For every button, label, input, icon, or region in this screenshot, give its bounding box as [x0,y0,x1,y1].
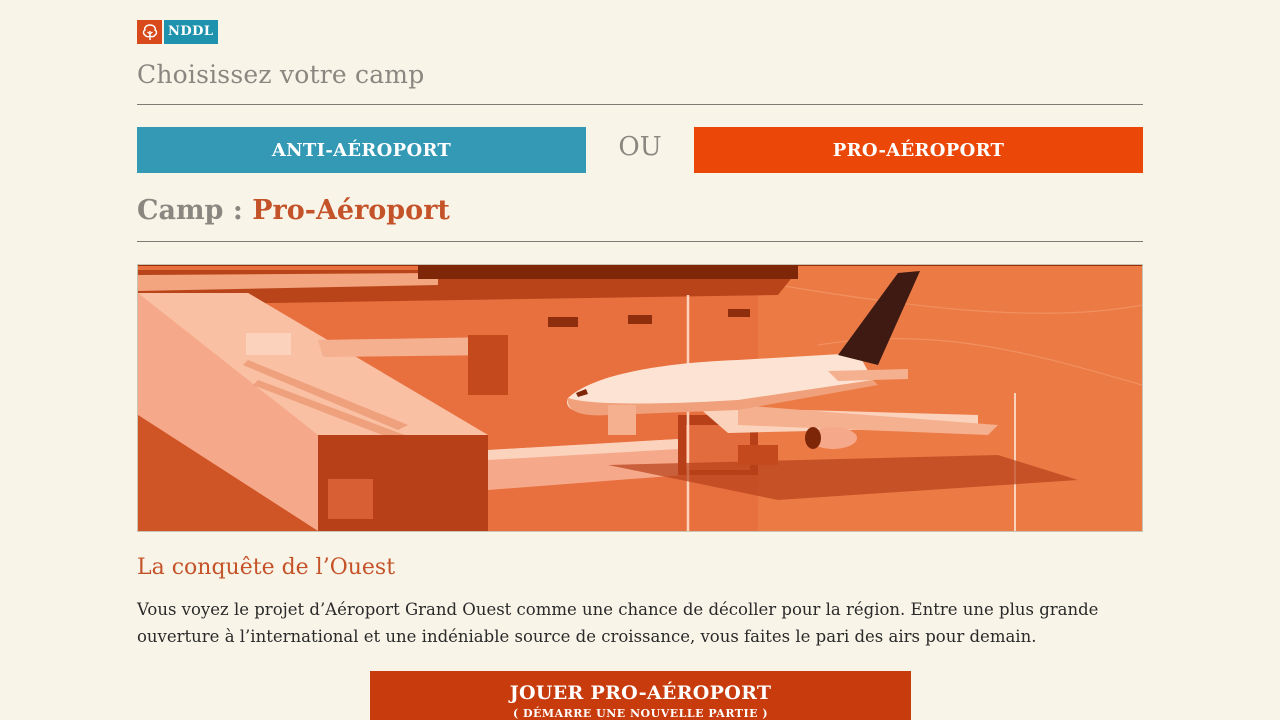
pro-airport-button[interactable]: PRO-AÉROPORT [694,127,1143,173]
airport-illustration [138,265,1142,531]
logo[interactable]: NDDL [137,20,218,44]
page: NDDL Choisissez votre camp ANTI-AÉROPORT… [0,0,1280,720]
camp-prefix: Camp : [137,195,253,226]
play-button-sublabel: ( DÉMARRE UNE NOUVELLE PARTIE ) [512,707,769,720]
logo-text: NDDL [164,20,218,44]
play-pro-airport-button[interactable]: JOUER PRO-AÉROPORT ( DÉMARRE UNE NOUVELL… [370,671,911,720]
article-body: Vous voyez le projet d’Aéroport Grand Ou… [137,600,1099,646]
divider [137,241,1143,242]
banner-image [137,264,1143,532]
or-separator: OU [618,132,662,162]
anti-airport-button[interactable]: ANTI-AÉROPORT [137,127,586,173]
camp-name: Pro-Aéroport [252,195,450,226]
divider [137,104,1143,105]
camp-header: Camp : Pro-Aéroport [137,195,450,226]
choose-camp-title: Choisissez votre camp [137,60,425,89]
tree-icon [137,20,162,44]
article-title: La conquête de l’Ouest [137,555,396,580]
play-button-label: JOUER PRO-AÉROPORT [509,682,772,704]
